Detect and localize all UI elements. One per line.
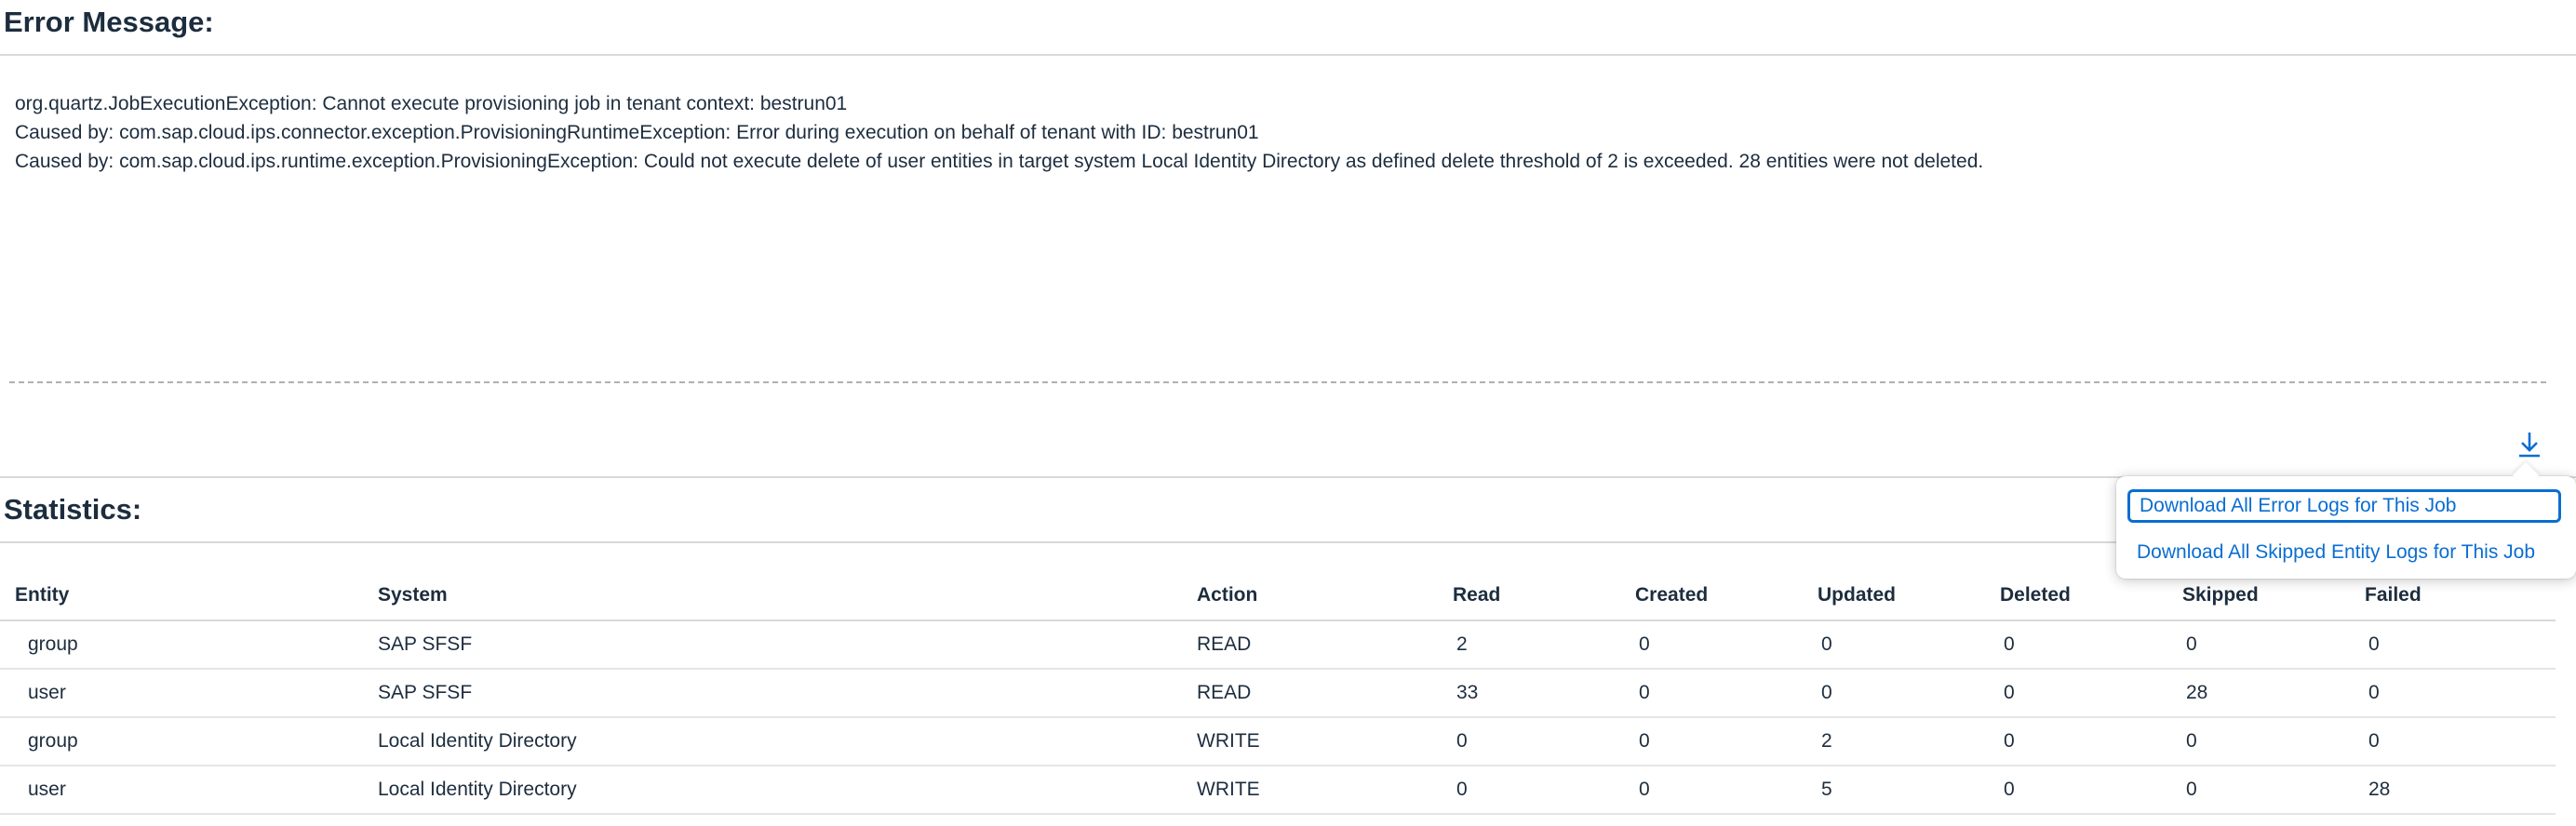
table-row: user SAP SFSF READ 33 0 0 0 28 0 xyxy=(0,669,2556,718)
cell-skipped: 0 xyxy=(2182,766,2365,815)
job-details-page: Error Message: org.quartz.JobExecutionEx… xyxy=(0,0,2576,826)
cell-skipped: 0 xyxy=(2182,620,2365,670)
cell-read: 0 xyxy=(1453,717,1635,766)
cell-updated: 0 xyxy=(1818,669,2000,718)
cell-updated: 0 xyxy=(1818,620,2000,670)
cell-action: WRITE xyxy=(1197,766,1453,815)
download-skipped-logs-item[interactable]: Download All Skipped Entity Logs for Thi… xyxy=(2127,536,2561,569)
error-line: Caused by: com.sap.cloud.ips.runtime.exc… xyxy=(15,151,1984,172)
cell-entity: group xyxy=(0,620,378,670)
download-icon xyxy=(2519,433,2540,458)
cell-skipped: 28 xyxy=(2182,669,2365,718)
cell-updated: 5 xyxy=(1818,766,2000,815)
cell-action: WRITE xyxy=(1197,717,1453,766)
download-menu-popover: Download All Error Logs for This Job Dow… xyxy=(2116,461,2576,579)
resize-splitter[interactable] xyxy=(9,381,2546,383)
error-line: Caused by: com.sap.cloud.ips.connector.e… xyxy=(15,122,1259,143)
error-line: org.quartz.JobExecutionException: Cannot… xyxy=(15,93,848,114)
divider xyxy=(0,54,2576,56)
cell-updated: 2 xyxy=(1818,717,2000,766)
cell-created: 0 xyxy=(1635,669,1818,718)
cell-failed: 0 xyxy=(2365,669,2556,718)
download-error-logs-item[interactable]: Download All Error Logs for This Job xyxy=(2127,489,2561,523)
cell-read: 33 xyxy=(1453,669,1635,718)
column-header-created: Created xyxy=(1635,571,1818,621)
cell-deleted: 0 xyxy=(2000,669,2182,718)
cell-system: Local Identity Directory xyxy=(378,766,1197,815)
column-header-updated: Updated xyxy=(1818,571,2000,621)
column-header-system: System xyxy=(378,571,1197,621)
cell-system: SAP SFSF xyxy=(378,620,1197,670)
cell-deleted: 0 xyxy=(2000,717,2182,766)
column-header-action: Action xyxy=(1197,571,1453,621)
cell-system: SAP SFSF xyxy=(378,669,1197,718)
cell-failed: 28 xyxy=(2365,766,2556,815)
cell-read: 0 xyxy=(1453,766,1635,815)
cell-skipped: 0 xyxy=(2182,717,2365,766)
cell-entity: user xyxy=(0,766,378,815)
cell-entity: user xyxy=(0,669,378,718)
cell-read: 2 xyxy=(1453,620,1635,670)
statistics-table: Entity System Action Read Created Update… xyxy=(0,571,2556,815)
cell-created: 0 xyxy=(1635,620,1818,670)
cell-created: 0 xyxy=(1635,766,1818,815)
column-header-read: Read xyxy=(1453,571,1635,621)
error-message-text: org.quartz.JobExecutionException: Cannot… xyxy=(15,89,1983,176)
table-row: group SAP SFSF READ 2 0 0 0 0 0 xyxy=(0,620,2556,670)
cell-action: READ xyxy=(1197,669,1453,718)
cell-created: 0 xyxy=(1635,717,1818,766)
cell-system: Local Identity Directory xyxy=(378,717,1197,766)
table-row: user Local Identity Directory WRITE 0 0 … xyxy=(0,766,2556,815)
cell-deleted: 0 xyxy=(2000,620,2182,670)
table-row: group Local Identity Directory WRITE 0 0… xyxy=(0,717,2556,766)
column-header-entity: Entity xyxy=(0,571,378,621)
cell-entity: group xyxy=(0,717,378,766)
error-message-title: Error Message: xyxy=(4,6,214,38)
cell-deleted: 0 xyxy=(2000,766,2182,815)
statistics-title: Statistics: xyxy=(4,493,142,526)
cell-action: READ xyxy=(1197,620,1453,670)
cell-failed: 0 xyxy=(2365,717,2556,766)
popover-arrow xyxy=(2512,461,2540,489)
download-button[interactable] xyxy=(2513,426,2546,463)
cell-failed: 0 xyxy=(2365,620,2556,670)
